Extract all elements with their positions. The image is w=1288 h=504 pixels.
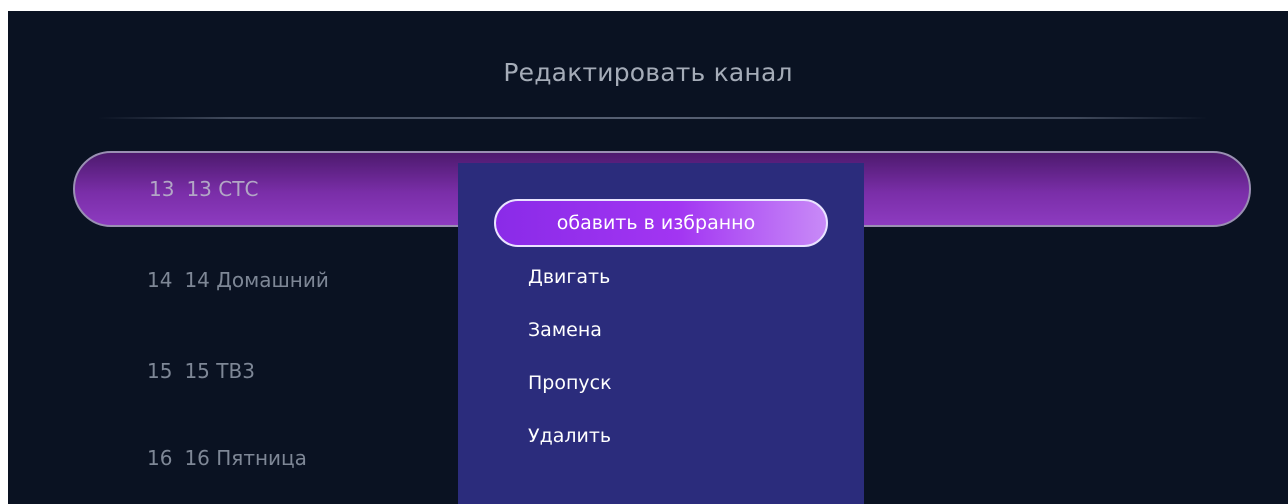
channel-number: 14 <box>147 268 173 292</box>
channel-name: 14 Домашний <box>184 268 329 292</box>
move-option[interactable]: Двигать <box>494 253 828 301</box>
channel-number: 15 <box>147 359 173 383</box>
delete-option[interactable]: Удалить <box>494 412 828 460</box>
channel-name: 13 СТС <box>186 177 259 201</box>
channel-name: 15 ТВ3 <box>184 359 255 383</box>
skip-option[interactable]: Пропуск <box>494 359 828 407</box>
replace-option[interactable]: Замена <box>494 306 828 354</box>
menu-item-label: обавить в избранно <box>556 212 756 234</box>
channel-number: 13 <box>149 177 175 201</box>
menu-item-label: Двигать <box>528 266 611 288</box>
tv-screen: Редактировать канал 13 13 СТС 14 14 Дома… <box>8 11 1288 504</box>
channel-number: 16 <box>147 446 173 470</box>
menu-item-label: Удалить <box>528 425 612 447</box>
menu-item-label: Пропуск <box>528 372 612 394</box>
channel-name: 16 Пятница <box>184 446 307 470</box>
menu-item-label: Замена <box>528 319 602 341</box>
channel-options-popup: обавить в избранно Двигать Замена Пропус… <box>458 163 864 504</box>
add-to-favorites-option[interactable]: обавить в избранно <box>494 199 828 247</box>
